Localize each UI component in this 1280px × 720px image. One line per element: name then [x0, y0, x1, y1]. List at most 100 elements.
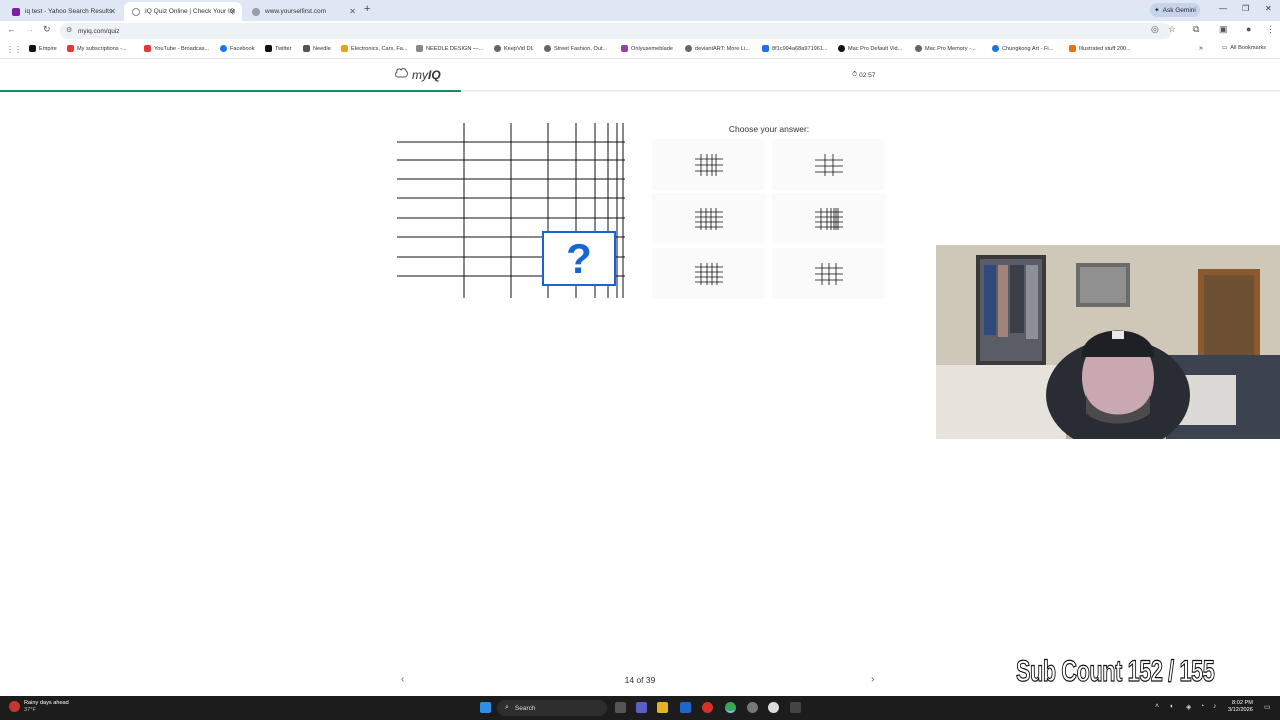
previous-question-chevron-icon[interactable]: ‹: [401, 674, 404, 685]
chrome-icon[interactable]: [725, 702, 736, 713]
sparkle-icon: ✦: [1154, 7, 1160, 14]
bookmark-favicon: [144, 45, 151, 52]
eye-off-icon[interactable]: ◎: [1151, 24, 1159, 35]
volume-icon[interactable]: ♪: [1213, 703, 1217, 710]
taskbar-search[interactable]: ⌕ Search: [497, 700, 607, 716]
bookmark-favicon: [1069, 45, 1076, 52]
tab-yourselfirst[interactable]: www.yourselfirst.com ✕: [244, 2, 362, 21]
bookmark-item[interactable]: Street Fashion, Out...: [544, 45, 607, 52]
weather-temp: 37°F: [24, 707, 36, 713]
bookmarks-bar: ⋮⋮ Empire My subscriptions -... YouTube …: [0, 41, 1280, 58]
back-arrow-icon[interactable]: ←: [7, 24, 16, 34]
bookmark-favicon: [67, 45, 74, 52]
maximize-icon[interactable]: ❐: [1242, 4, 1249, 13]
start-icon[interactable]: [480, 702, 491, 713]
tray-chevron-icon[interactable]: ˄: [1155, 703, 1159, 710]
close-tab-icon[interactable]: ✕: [349, 7, 356, 16]
option-5-grid: [694, 262, 723, 285]
star-icon[interactable]: ☆: [1168, 24, 1176, 35]
teams-icon[interactable]: [636, 702, 647, 713]
minimize-icon[interactable]: —: [1219, 4, 1227, 13]
address-bar[interactable]: ⚙ myiq.com/quiz: [60, 23, 1172, 39]
bookmark-item[interactable]: 8f1c994a68a971961...: [762, 45, 828, 52]
webcam-feed-image: [936, 245, 1280, 439]
bookmark-favicon: [494, 45, 501, 52]
url-text[interactable]: myiq.com/quiz: [78, 28, 120, 35]
ask-gemini-button[interactable]: ✦ Ask Gemini: [1150, 3, 1200, 17]
bookmark-favicon: [29, 45, 36, 52]
answer-option-1[interactable]: [652, 139, 765, 190]
menu-dots-icon[interactable]: ⋮: [1266, 24, 1275, 35]
bookmark-item[interactable]: Empire: [29, 45, 57, 52]
bookmark-item[interactable]: Chungkong Art - Fi...: [992, 45, 1053, 52]
question-puzzle: ?: [395, 123, 627, 298]
close-window-icon[interactable]: ✕: [1265, 4, 1272, 13]
network-icon[interactable]: ◔: [1200, 703, 1204, 710]
bookmark-item[interactable]: KeepVid DL: [494, 45, 534, 52]
file-explorer-icon[interactable]: [657, 702, 668, 713]
calendar-icon[interactable]: [680, 702, 691, 713]
browser-toolbar: ← → ↻ ⚙ myiq.com/quiz ◎ ☆ ⧉ ▣ ● ⋮: [0, 21, 1280, 41]
extensions-icon[interactable]: ⧉: [1193, 24, 1199, 35]
answer-option-6[interactable]: [772, 248, 885, 299]
bookmark-item[interactable]: Illustrated stuff 200...: [1069, 45, 1131, 52]
site-info-icon[interactable]: ⚙: [66, 26, 72, 34]
bookmark-favicon: [992, 45, 999, 52]
bookmark-favicon: [303, 45, 310, 52]
windows-taskbar: Rainy days ahead 37°F ⌕ Search ˄ ◐ ◈ ◔ ♪ …: [0, 696, 1280, 720]
new-tab-button[interactable]: +: [364, 3, 370, 15]
tray-icon[interactable]: ◈: [1186, 703, 1191, 711]
forward-arrow-icon[interactable]: →: [25, 24, 34, 34]
app-icon[interactable]: [747, 702, 758, 713]
all-bookmarks[interactable]: ▭ All Bookmarks: [1222, 45, 1266, 51]
next-question-chevron-icon[interactable]: ›: [871, 674, 874, 685]
bookmark-item[interactable]: deviantART: More Li...: [685, 45, 750, 52]
app-icon[interactable]: [768, 702, 779, 713]
reload-icon[interactable]: ↻: [43, 24, 51, 35]
close-tab-icon[interactable]: ✕: [109, 7, 116, 16]
myiq-logo[interactable]: my IQ: [395, 68, 441, 82]
clock-date: 3/12/2026: [1228, 707, 1253, 713]
taskbar-clock[interactable]: 8:02 PM 3/12/2026: [1228, 700, 1253, 714]
bookmark-item[interactable]: NEEDLE DESIGN —...: [416, 45, 483, 52]
bookmark-item[interactable]: Mac Pro Memory -...: [915, 45, 976, 52]
app-icon[interactable]: [702, 702, 713, 713]
bookmark-item[interactable]: Onlyusemeblade: [621, 45, 673, 52]
page-indicator: 14 of 39: [624, 675, 656, 685]
tab-yahoo-search[interactable]: iq test - Yahoo Search Results ✕: [4, 2, 122, 21]
bookmark-favicon: [915, 45, 922, 52]
weather-widget[interactable]: Rainy days ahead 37°F: [9, 700, 69, 714]
search-icon: ⌕: [505, 704, 509, 711]
answer-option-5[interactable]: [652, 248, 765, 299]
side-panel-icon[interactable]: ▣: [1219, 24, 1228, 35]
option-4-grid: [814, 207, 843, 230]
answer-option-2[interactable]: [772, 139, 885, 190]
bookmark-item[interactable]: YouTube - Broadcas...: [144, 45, 209, 52]
profile-icon[interactable]: ●: [1246, 24, 1251, 34]
tray-icon[interactable]: ◐: [1170, 703, 1174, 710]
bookmark-item[interactable]: Twitter: [265, 45, 291, 52]
answer-option-3[interactable]: [652, 193, 765, 244]
bookmark-item[interactable]: My subscriptions -...: [67, 45, 127, 52]
notifications-icon[interactable]: ▭: [1264, 703, 1271, 711]
bookmark-item[interactable]: Mac Pro Default Vid...: [838, 45, 902, 52]
bookmark-item[interactable]: Needle: [303, 45, 331, 52]
question-mark: ?: [566, 234, 592, 282]
task-view-icon[interactable]: [615, 702, 626, 713]
apps-grid-icon[interactable]: ⋮⋮: [6, 45, 22, 54]
bookmark-item[interactable]: Electronics, Cars, Fa...: [341, 45, 408, 52]
option-6-grid: [814, 262, 843, 285]
close-tab-icon[interactable]: ✕: [229, 7, 236, 16]
bookmark-item[interactable]: Facebook: [220, 45, 255, 52]
tab-label: iq test - Yahoo Search Results: [25, 8, 113, 15]
tab-iq-quiz[interactable]: IQ Quiz Online | Check Your IQ ✕: [124, 2, 242, 21]
ask-gemini-label: Ask Gemini: [1162, 6, 1196, 14]
quiz-progress-bar: [0, 90, 1280, 92]
bookmark-favicon: [265, 45, 272, 52]
answer-option-4[interactable]: [772, 193, 885, 244]
app-icon[interactable]: [790, 702, 801, 713]
bookmark-favicon: [762, 45, 769, 52]
more-bookmarks-icon[interactable]: »: [1199, 45, 1203, 52]
webcam-overlay: [936, 245, 1280, 439]
missing-piece-box: ?: [542, 231, 616, 286]
